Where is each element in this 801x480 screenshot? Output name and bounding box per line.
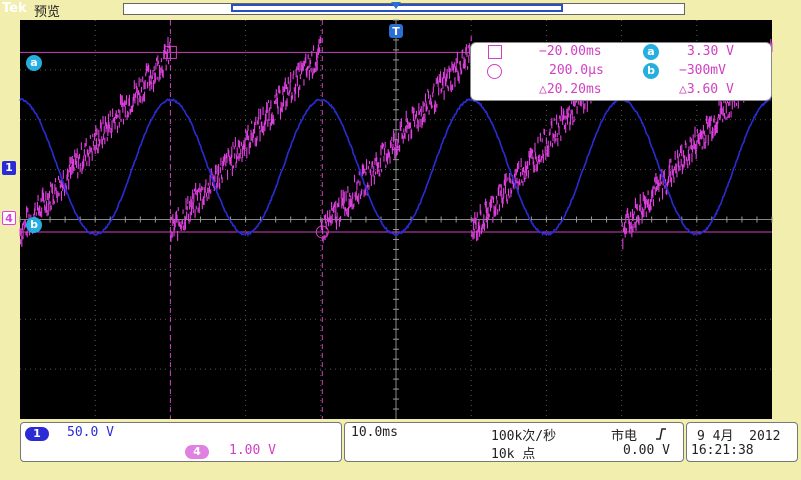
datetime-panel: 9 4月 2012 16:21:38 xyxy=(686,422,798,462)
volt-cursor-b-badge: b xyxy=(643,63,659,79)
time-cursor-a-marker xyxy=(488,45,502,59)
ch4-label[interactable]: 4 xyxy=(185,445,209,459)
cursor-readout-panel: −20.00ms 200.0µs △20.20ms a b 3.30 V −30… xyxy=(470,42,772,101)
ch1-ground-marker[interactable]: 1 xyxy=(2,161,16,175)
trigger-source: 市电 xyxy=(611,429,638,444)
time: 16:21:38 xyxy=(691,443,754,458)
channel-scale-panel: 1 50.0 V 4 1.00 V xyxy=(20,422,342,462)
time-cursor-a: −20.00ms xyxy=(539,44,602,59)
cursor-a-badge: a xyxy=(26,55,42,71)
sample-rate: 100k次/秒 xyxy=(491,429,557,444)
record-length: 10k 点 xyxy=(491,447,536,462)
ch1-scale: 50.0 V xyxy=(67,425,114,440)
date: 9 4月 2012 xyxy=(697,429,781,444)
timebase: 10.0ms xyxy=(351,425,398,440)
volt-cursor-a: 3.30 V xyxy=(687,44,734,59)
rising-edge-icon xyxy=(656,428,666,440)
volt-cursor-b: −300mV xyxy=(679,63,726,78)
ch4-scale: 1.00 V xyxy=(229,443,276,458)
trigger-level: 0.00 V xyxy=(623,443,670,458)
time-delta: △20.20ms xyxy=(539,82,602,97)
cursor-b-badge: b xyxy=(26,217,42,233)
ch4-ground-marker[interactable]: 4 xyxy=(2,211,16,225)
trigger-marker-label: T xyxy=(392,25,400,38)
time-cursor-b-marker xyxy=(487,64,502,79)
time-cursor-b: 200.0µs xyxy=(549,63,604,78)
acquisition-panel: 10.0ms 100k次/秒 10k 点 市电 0.00 V xyxy=(344,422,684,462)
volt-cursor-a-badge: a xyxy=(643,44,659,60)
volt-delta: △3.60 V xyxy=(679,82,734,97)
ch1-label[interactable]: 1 xyxy=(25,427,49,441)
